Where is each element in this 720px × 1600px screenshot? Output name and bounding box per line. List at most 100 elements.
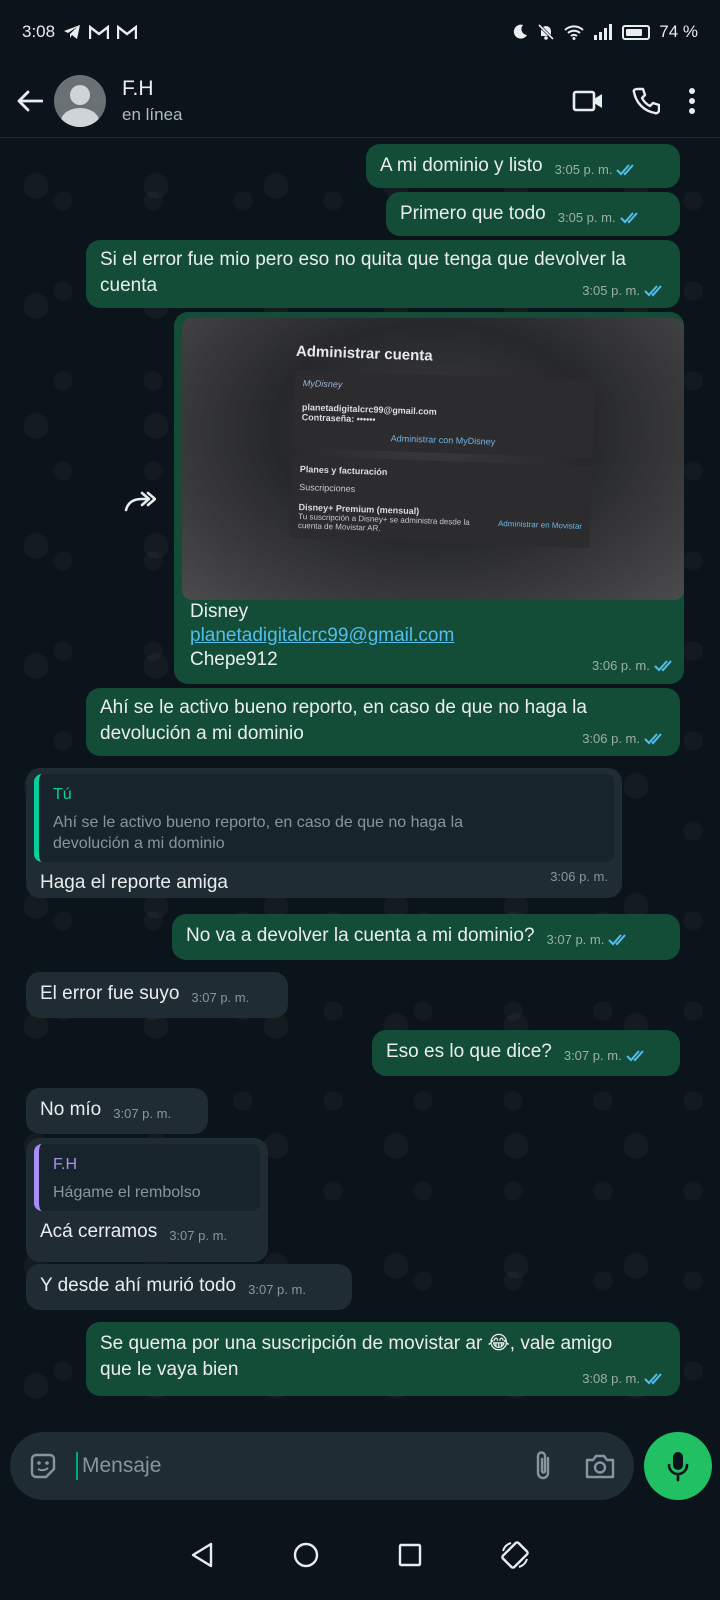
read-ticks-icon xyxy=(625,1050,644,1062)
contact-info[interactable]: F.H en línea xyxy=(122,77,183,125)
message-text: Acá cerramos xyxy=(40,1221,158,1242)
message-time: 3:07 p. m. xyxy=(191,990,250,1005)
message-time: 3:06 p. m. xyxy=(582,731,640,746)
quote-author: Tú xyxy=(53,786,72,803)
message-text: A mi dominio y listo xyxy=(380,155,543,176)
message-time: 3:06 p. m. xyxy=(550,869,608,884)
message-text: devolución a mi dominio xyxy=(100,723,304,744)
chat-header: F.H en línea xyxy=(0,64,720,138)
microphone-icon xyxy=(667,1452,689,1482)
message-placeholder: Mensaje xyxy=(76,1452,532,1480)
message-time: 3:07 p. m. xyxy=(113,1106,172,1121)
message-text: No mío xyxy=(40,1099,102,1120)
image-caption: Disney planetadigitalcrc99@gmail.com Che… xyxy=(190,600,454,672)
message-text: Si el error fue mio pero eso no quita qu… xyxy=(100,249,626,270)
message-text: No va a devolver la cuenta a mi dominio? xyxy=(186,925,535,946)
message-text: Ahí se le activo bueno reporto, en caso … xyxy=(100,697,587,718)
avatar[interactable] xyxy=(54,74,106,127)
read-ticks-icon xyxy=(619,212,638,224)
chat-area[interactable]: A mi dominio y listo 3:05 p. m. Primero … xyxy=(0,138,720,1420)
more-options-icon[interactable] xyxy=(688,87,696,115)
read-ticks-icon xyxy=(608,934,627,946)
message-text: que le vaya bien xyxy=(100,1359,239,1380)
status-bar: 3:08 74 % xyxy=(0,0,720,64)
contact-name: F.H xyxy=(122,76,154,100)
message-bubble[interactable]: No mío 3:07 p. m. xyxy=(26,1088,208,1134)
battery-icon xyxy=(622,24,651,40)
message-time: 3:07 p. m. xyxy=(169,1228,228,1243)
message-bubble[interactable]: No va a devolver la cuenta a mi dominio?… xyxy=(172,914,680,960)
message-bubble[interactable]: Eso es lo que dice? 3:07 p. m. xyxy=(372,1030,680,1076)
nav-home-icon[interactable] xyxy=(292,1541,320,1569)
shared-image[interactable]: Administrar cuenta MyDisney planetadigit… xyxy=(182,318,684,600)
system-nav-bar xyxy=(0,1510,720,1600)
wifi-icon xyxy=(564,25,584,40)
attach-icon[interactable] xyxy=(532,1450,554,1482)
battery-level: 74 % xyxy=(659,22,698,41)
signal-icon xyxy=(594,24,613,40)
arrow-left-icon xyxy=(17,90,43,111)
message-text: Haga el reporte amiga xyxy=(40,872,228,893)
phone-call-icon[interactable] xyxy=(632,87,660,115)
read-ticks-icon xyxy=(616,164,635,176)
message-time: 3:06 p. m. xyxy=(592,658,650,673)
email-link[interactable]: planetadigitalcrc99@gmail.com xyxy=(190,624,454,648)
telegram-icon xyxy=(64,25,81,39)
message-input[interactable]: Mensaje xyxy=(10,1432,634,1500)
forward-icon xyxy=(124,491,156,512)
image-card: MyDisney planetadigitalcrc99@gmail.com C… xyxy=(292,369,596,459)
message-time: 3:07 p. m. xyxy=(563,1048,622,1063)
nav-back-icon[interactable] xyxy=(189,1541,215,1569)
message-text: Se quema por una suscripción de movistar… xyxy=(100,1333,613,1354)
read-ticks-icon xyxy=(644,1373,662,1385)
contact-status: en línea xyxy=(122,104,183,124)
image-text: Suscripciones xyxy=(299,482,356,494)
video-call-icon[interactable] xyxy=(572,89,604,113)
message-text: Eso es lo que dice? xyxy=(386,1041,552,1062)
message-bubble[interactable]: Se quema por una suscripción de movistar… xyxy=(86,1322,680,1396)
composer-bar: Mensaje xyxy=(0,1420,720,1510)
image-card: Planes y facturación Suscripciones Disne… xyxy=(289,455,593,549)
message-bubble[interactable]: Y desde ahí murió todo 3:07 p. m. xyxy=(26,1264,352,1310)
message-bubble[interactable]: Primero que todo 3:05 p. m. xyxy=(386,192,680,236)
quoted-message[interactable]: F.H Hágame el rembolso xyxy=(34,1144,260,1211)
message-text: Y desde ahí murió todo xyxy=(40,1275,237,1296)
message-bubble[interactable]: El error fue suyo 3:07 p. m. xyxy=(26,972,288,1018)
camera-icon[interactable] xyxy=(584,1452,616,1480)
read-ticks-icon xyxy=(644,733,662,745)
image-text: Administrar con MyDisney xyxy=(390,433,496,447)
image-text: MyDisney xyxy=(302,378,343,390)
quote-author: F.H xyxy=(53,1156,77,1173)
nav-recents-icon[interactable] xyxy=(398,1543,422,1567)
image-text: Administrar cuenta xyxy=(295,342,433,365)
back-button[interactable] xyxy=(8,79,52,123)
gmail-icon-2 xyxy=(117,24,138,39)
quote-text: Ahí se le activo bueno reporto, en caso … xyxy=(53,814,464,831)
gmail-icon xyxy=(89,24,110,39)
message-time: 3:07 p. m. xyxy=(546,932,605,947)
message-bubble[interactable]: Si el error fue mio pero eso no quita qu… xyxy=(86,240,680,308)
caption-line: Disney xyxy=(190,601,249,622)
message-bubble[interactable]: A mi dominio y listo 3:05 p. m. xyxy=(366,144,680,188)
quote-text: Hágame el rembolso xyxy=(53,1184,201,1201)
message-time: 3:05 p. m. xyxy=(554,162,613,177)
message-bubble[interactable]: Ahí se le activo bueno reporto, en caso … xyxy=(86,688,680,756)
message-bubble[interactable]: Tú Ahí se le activo bueno reporto, en ca… xyxy=(26,768,622,898)
message-time: 3:05 p. m. xyxy=(582,283,640,298)
caption-line: Chepe912 xyxy=(190,649,278,670)
read-ticks-icon xyxy=(644,285,662,297)
image-screen-content: Administrar cuenta MyDisney planetadigit… xyxy=(288,343,596,593)
forward-button[interactable] xyxy=(122,483,158,519)
message-time: 3:08 p. m. xyxy=(582,1371,640,1386)
rotate-screen-icon[interactable] xyxy=(499,1539,531,1571)
sticker-icon[interactable] xyxy=(28,1451,58,1481)
moon-icon xyxy=(514,24,528,39)
bell-muted-icon xyxy=(538,23,555,41)
voice-message-button[interactable] xyxy=(644,1432,712,1500)
read-ticks-icon xyxy=(654,659,672,671)
image-text: Administrar en Movistar xyxy=(497,518,583,531)
message-time: 3:05 p. m. xyxy=(557,210,616,225)
quoted-message[interactable]: Tú Ahí se le activo bueno reporto, en ca… xyxy=(34,774,614,862)
message-time: 3:07 p. m. xyxy=(248,1282,306,1297)
message-bubble[interactable]: F.H Hágame el rembolso Acá cerramos 3:07… xyxy=(26,1138,268,1262)
